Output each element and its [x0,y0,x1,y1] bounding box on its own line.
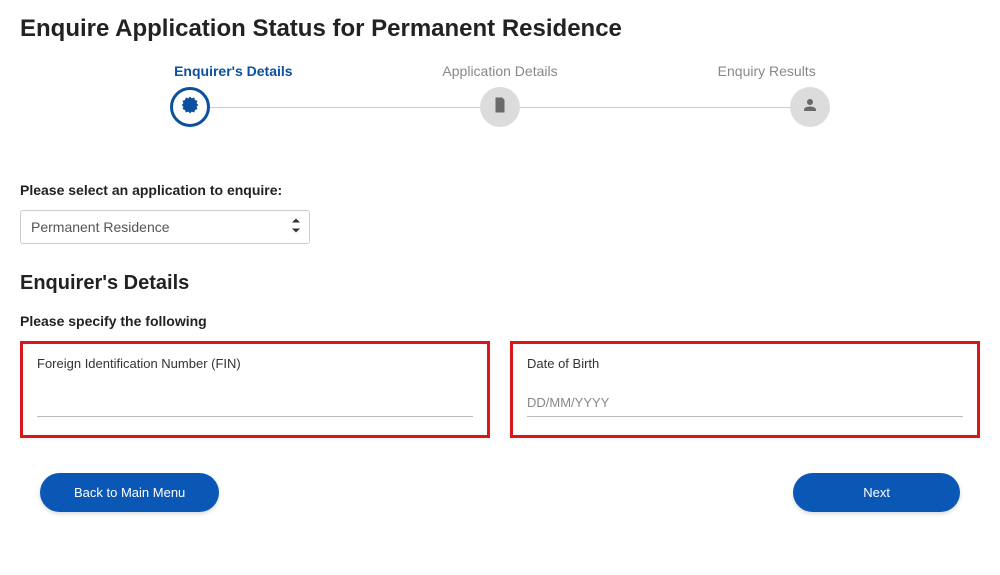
step-line-2 [520,107,790,108]
stepper-icons [20,87,980,127]
button-row: Back to Main Menu Next [20,473,980,512]
application-select[interactable]: Permanent Residence [20,210,310,244]
back-button[interactable]: Back to Main Menu [40,473,219,512]
specify-prompt: Please specify the following [20,313,980,329]
step-label-3: Enquiry Results [633,63,900,79]
document-icon [491,96,509,119]
page-title: Enquire Application Status for Permanent… [20,15,980,43]
section-heading: Enquirer's Details [20,272,980,295]
step-label-1: Enquirer's Details [100,63,367,79]
select-prompt: Please select an application to enquire: [20,182,980,198]
fin-input[interactable] [37,389,473,417]
fin-label: Foreign Identification Number (FIN) [37,356,473,371]
dob-input[interactable] [527,389,963,417]
step-label-2: Application Details [367,63,634,79]
next-button[interactable]: Next [793,473,960,512]
form-row: Foreign Identification Number (FIN) Date… [20,341,980,438]
badge-icon [180,95,200,120]
stepper-labels: Enquirer's Details Application Details E… [20,63,980,79]
dob-box: Date of Birth [510,341,980,438]
fin-box: Foreign Identification Number (FIN) [20,341,490,438]
application-select-wrapper: Permanent Residence [20,210,310,244]
step-icon-1 [170,87,210,127]
person-icon [801,96,819,119]
step-icon-3 [790,87,830,127]
step-line-1 [210,107,480,108]
dob-label: Date of Birth [527,356,963,371]
step-icon-2 [480,87,520,127]
